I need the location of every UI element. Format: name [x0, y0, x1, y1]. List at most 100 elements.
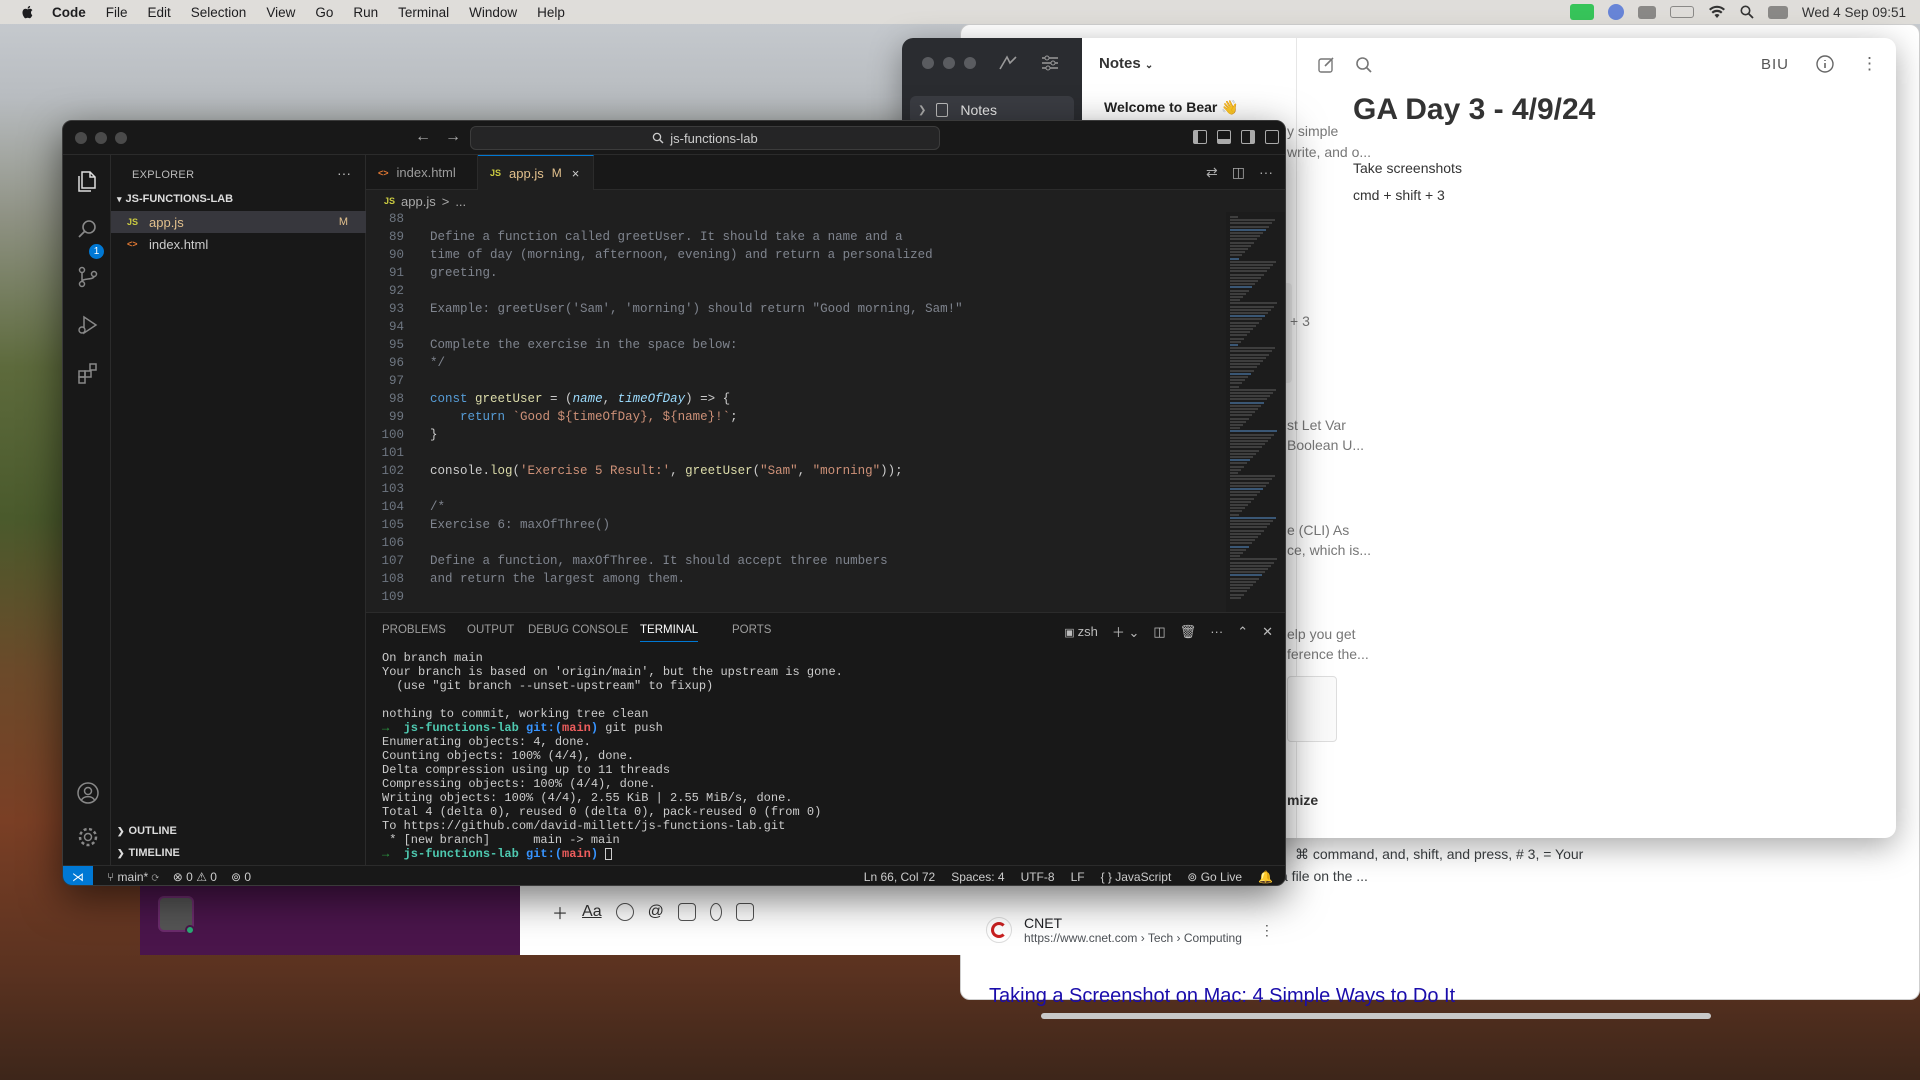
code-line[interactable]: 96 */ — [366, 356, 1226, 374]
file-item-app-js[interactable]: JS app.js M — [111, 211, 366, 233]
explorer-icon[interactable] — [76, 169, 100, 193]
menu-edit[interactable]: Edit — [148, 5, 171, 20]
facetime-icon[interactable] — [1569, 4, 1594, 20]
terminal-shell[interactable]: ▣ zsh — [1064, 624, 1098, 639]
chevron-right-icon[interactable]: ❯ — [918, 105, 926, 116]
menu-window[interactable]: Window — [469, 5, 517, 20]
outline-section[interactable]: ❯ OUTLINE — [117, 825, 177, 837]
tab-problems[interactable]: PROBLEMS — [382, 624, 446, 636]
more-options-icon[interactable]: ⋮ — [1260, 922, 1274, 939]
note-text-line[interactable]: Take screenshots — [1353, 160, 1462, 176]
close-icon[interactable]: × — [572, 166, 580, 181]
code-line[interactable]: 88 — [366, 212, 1226, 230]
minimize-button[interactable] — [943, 57, 955, 69]
search-icon[interactable] — [76, 217, 100, 241]
new-terminal-icon[interactable]: ＋ ⌄ — [1112, 622, 1140, 641]
go-live-button[interactable]: ⊚ Go Live — [1187, 870, 1242, 884]
code-line[interactable]: 89 Define a function called greetUser. It… — [366, 230, 1226, 248]
note-list-title[interactable]: Notes ⌄ — [1099, 55, 1153, 72]
more-actions-icon[interactable]: ··· — [1210, 624, 1223, 639]
timeline-section[interactable]: ❯ TIMELINE — [117, 847, 180, 859]
code-line[interactable]: 105 Exercise 6: maxOfThree() — [366, 518, 1226, 536]
arrow-left-icon[interactable]: ← — [415, 128, 431, 146]
code-line[interactable]: 97 — [366, 374, 1226, 392]
close-icon[interactable]: ✕ — [1262, 624, 1273, 640]
terminal-output[interactable]: On branch main Your branch is based on 'o… — [382, 651, 1272, 861]
close-button[interactable] — [75, 132, 87, 144]
more-actions-icon[interactable]: ··· — [337, 165, 351, 181]
split-editor-icon[interactable]: ◫ — [1232, 164, 1245, 181]
file-item-index-html[interactable]: <> index.html — [111, 233, 366, 255]
apple-icon[interactable] — [20, 4, 36, 20]
extensions-icon[interactable] — [76, 361, 100, 385]
code-line[interactable]: 98 const greetUser = (name, timeOfDay) =>… — [366, 392, 1226, 410]
code-line[interactable]: 95 Complete the exercise in the space bel… — [366, 338, 1226, 356]
arrow-right-icon[interactable]: → — [445, 128, 461, 146]
control-center-icon[interactable] — [1767, 5, 1788, 19]
gear-icon[interactable] — [76, 825, 100, 849]
code-line[interactable]: 106 — [366, 536, 1226, 554]
project-folder[interactable]: ▾ JS-FUNCTIONS-LAB — [117, 193, 233, 205]
microphone-icon[interactable] — [709, 903, 722, 921]
accounts-icon[interactable] — [76, 781, 100, 805]
tab-terminal[interactable]: TERMINAL — [640, 624, 699, 642]
bear-logo-icon[interactable] — [998, 54, 1018, 72]
horizontal-scrollbar[interactable] — [1041, 1013, 1711, 1019]
search-result-link[interactable]: Taking a Screenshot on Mac: 4 Simple Way… — [989, 985, 1455, 1008]
code-editor[interactable]: 88 89 Define a function called greetUser. … — [366, 212, 1226, 612]
split-terminal-icon[interactable]: ◫ — [1153, 624, 1165, 640]
notifications-icon[interactable]: 🔔 — [1258, 870, 1273, 884]
note-text-line[interactable]: cmd + shift + 3 — [1353, 187, 1445, 203]
encoding[interactable]: UTF-8 — [1021, 870, 1055, 884]
menu-selection[interactable]: Selection — [191, 5, 247, 20]
menu-help[interactable]: Help — [537, 5, 565, 20]
tab-output[interactable]: OUTPUT — [467, 624, 514, 636]
plus-icon[interactable]: ＋ — [552, 900, 568, 924]
code-line[interactable]: 93 Example: greetUser('Sam', 'morning') s… — [366, 302, 1226, 320]
code-line[interactable]: 92 — [366, 284, 1226, 302]
breadcrumb-symbol[interactable]: ... — [455, 194, 466, 209]
tab-app-js[interactable]: JS app.js M × — [478, 155, 594, 190]
close-button[interactable] — [922, 57, 934, 69]
menu-app-name[interactable]: Code — [52, 5, 86, 20]
cursor-position[interactable]: Ln 66, Col 72 — [864, 870, 935, 884]
run-debug-icon[interactable] — [76, 313, 100, 337]
zoom-icon[interactable] — [1607, 4, 1624, 20]
code-line[interactable]: 108 and return the largest among them. — [366, 572, 1226, 590]
minimize-button[interactable] — [95, 132, 107, 144]
format-button[interactable]: BIU — [1761, 56, 1789, 73]
toggle-sidebar-icon[interactable] — [1193, 130, 1207, 144]
code-line[interactable]: 101 — [366, 446, 1226, 464]
mention-icon[interactable]: @ — [648, 903, 664, 921]
indentation[interactable]: Spaces: 4 — [951, 870, 1004, 884]
menubar-clock[interactable]: Wed 4 Sep 09:51 — [1802, 5, 1906, 20]
menu-run[interactable]: Run — [353, 5, 378, 20]
code-line[interactable]: 94 — [366, 320, 1226, 338]
branch-indicator[interactable]: ⑂ main* ⟳ — [107, 870, 159, 884]
slash-command-icon[interactable] — [735, 903, 754, 921]
customize-layout-icon[interactable] — [1265, 130, 1279, 144]
code-line[interactable]: 107 Define a function, maxOfThree. It sho… — [366, 554, 1226, 572]
zoom-button[interactable] — [964, 57, 976, 69]
code-line[interactable]: 102 console.log('Exercise 5 Result:', gre… — [366, 464, 1226, 482]
problems-indicator[interactable]: ⊗ 0 ⚠ 0 — [173, 870, 217, 884]
note-list-item-title[interactable]: Welcome to Bear 👋 — [1104, 99, 1239, 116]
code-line[interactable]: 103 — [366, 482, 1226, 500]
compare-changes-icon[interactable]: ⇄ — [1206, 164, 1218, 181]
menu-file[interactable]: File — [106, 5, 128, 20]
more-menu-icon[interactable]: ⋮ — [1861, 54, 1878, 74]
format-text-icon[interactable]: Aa — [582, 903, 602, 921]
battery-icon[interactable] — [1669, 6, 1694, 18]
spotlight-icon[interactable] — [1740, 5, 1754, 19]
code-line[interactable]: 90 time of day (morning, afternoon, eveni… — [366, 248, 1226, 266]
code-line[interactable]: 109 — [366, 590, 1226, 608]
code-line[interactable]: 91 greeting. — [366, 266, 1226, 284]
menu-view[interactable]: View — [266, 5, 295, 20]
info-icon[interactable] — [1815, 54, 1835, 74]
menu-terminal[interactable]: Terminal — [398, 5, 449, 20]
wifi-icon[interactable] — [1708, 5, 1726, 19]
search-result-source[interactable]: CNET https://www.cnet.com › Tech › Compu… — [986, 915, 1274, 945]
code-line[interactable]: 99 return `Good ${timeOfDay}, ${name}!`; — [366, 410, 1226, 428]
zoom-button[interactable] — [115, 132, 127, 144]
code-line[interactable]: 100} — [366, 428, 1226, 446]
